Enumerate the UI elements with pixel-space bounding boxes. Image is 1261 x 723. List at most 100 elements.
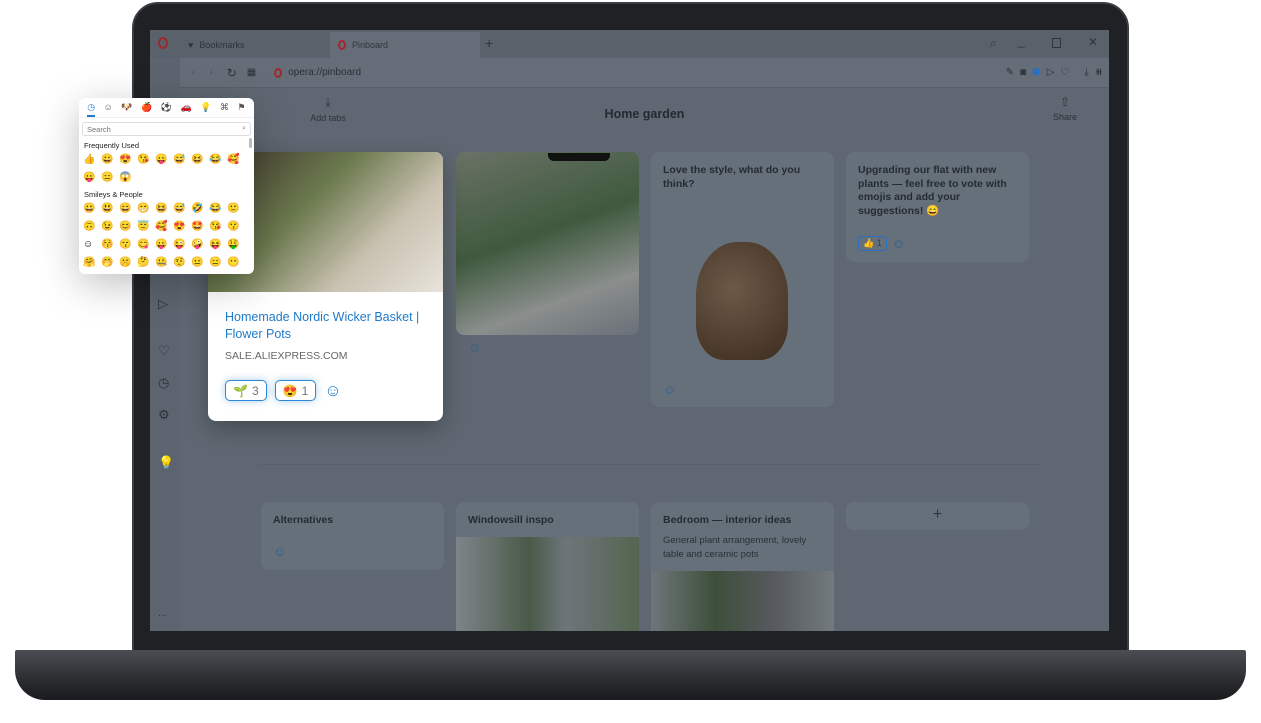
food-icon[interactable]: 🍎 xyxy=(141,102,152,117)
emoji-button[interactable]: 🤭 xyxy=(101,254,119,272)
emoji-button[interactable]: ☺ xyxy=(83,236,101,254)
emoji-button[interactable]: 😍 xyxy=(119,151,137,169)
emoji-button[interactable]: 🥰 xyxy=(155,218,173,236)
share-button[interactable]: ⇧ Share xyxy=(1040,95,1090,122)
reaction-heart-eyes[interactable]: 😍 1 xyxy=(274,380,317,401)
emoji-button[interactable]: 😀 xyxy=(101,151,119,169)
emoji-button[interactable]: 😜 xyxy=(173,236,191,254)
smiley-icon[interactable]: ☺ xyxy=(104,102,113,117)
vase-photo xyxy=(696,242,788,360)
flags-icon[interactable]: ⚑ xyxy=(238,102,246,117)
scrollbar[interactable] xyxy=(249,138,252,148)
add-reaction-icon[interactable]: ☺ xyxy=(273,544,286,559)
emoji-button[interactable]: 😊 xyxy=(119,218,137,236)
new-tab-button[interactable]: + xyxy=(485,35,493,51)
emoji-button[interactable]: 😑 xyxy=(101,169,119,187)
minimize-icon[interactable]: _ xyxy=(1018,34,1025,48)
emoji-button[interactable]: 👍 xyxy=(83,151,101,169)
add-reaction-icon[interactable]: ☺ xyxy=(663,382,676,397)
objects-icon[interactable]: 💡 xyxy=(200,102,211,117)
emoji-button[interactable]: 🙂 xyxy=(227,200,245,218)
maximize-icon[interactable] xyxy=(1052,38,1061,48)
emoji-button[interactable]: 🙃 xyxy=(83,218,101,236)
url-field[interactable]: opera://pinboard xyxy=(288,67,361,78)
opera-logo-icon[interactable] xyxy=(158,37,168,49)
emoji-button[interactable]: 😂 xyxy=(209,200,227,218)
heart-icon[interactable]: ♡ xyxy=(158,343,170,359)
animal-icon[interactable]: 🐶 xyxy=(121,102,132,117)
emoji-button[interactable]: 😘 xyxy=(209,218,227,236)
tab-bookmarks[interactable]: ♥ Bookmarks xyxy=(180,32,328,58)
close-icon[interactable]: ✕ xyxy=(1088,35,1098,49)
settings-icon[interactable]: ⚙ xyxy=(158,407,170,423)
emoji-button[interactable]: 😘 xyxy=(137,151,155,169)
emoji-button[interactable]: 😂 xyxy=(209,151,227,169)
add-reaction-icon[interactable]: ☺ xyxy=(324,381,341,401)
emoji-button[interactable]: 😆 xyxy=(155,200,173,218)
emoji-button[interactable]: 😱 xyxy=(119,169,137,187)
emoji-button[interactable]: 😆 xyxy=(191,151,209,169)
send-icon[interactable]: ▷ xyxy=(158,296,168,312)
emoji-button[interactable]: 😃 xyxy=(101,200,119,218)
product-link[interactable]: Homemade Nordic Wicker Basket | Flower P… xyxy=(208,292,443,343)
emoji-button[interactable]: 😛 xyxy=(155,151,173,169)
forward-icon[interactable]: › xyxy=(209,67,212,78)
reaction-thumbs-up[interactable]: 👍 1 xyxy=(858,236,887,251)
more-button[interactable]: ... xyxy=(158,608,166,619)
lightbulb-icon[interactable]: 💡 xyxy=(158,455,174,471)
reload-icon[interactable]: ↻ xyxy=(227,66,237,80)
clock-icon[interactable]: ◷ xyxy=(87,102,96,117)
card-note[interactable]: Upgrading our flat with new plants — fee… xyxy=(846,152,1029,262)
emoji-button[interactable]: 🤣 xyxy=(191,200,209,218)
emoji-button[interactable]: 🤗 xyxy=(83,254,101,272)
emoji-button[interactable]: 😚 xyxy=(101,236,119,254)
emoji-button[interactable]: 😑 xyxy=(209,254,227,272)
add-reaction-icon[interactable]: ☺ xyxy=(892,236,905,251)
emoji-button[interactable]: 😗 xyxy=(227,218,245,236)
emoji-button[interactable]: 😅 xyxy=(173,200,191,218)
tab-grid-icon[interactable]: ▦ xyxy=(247,67,256,78)
tab-pinboard[interactable]: Pinboard xyxy=(330,32,480,58)
emoji-button[interactable]: 😀 xyxy=(83,200,101,218)
emoji-button[interactable]: 🤪 xyxy=(191,236,209,254)
emoji-button[interactable]: 😋 xyxy=(137,236,155,254)
emoji-button[interactable]: 😉 xyxy=(101,218,119,236)
emoji-button[interactable]: 🤑 xyxy=(227,236,245,254)
address-actions[interactable]: ✎◙⬢▷♡ ⤓⧻ xyxy=(1006,67,1109,78)
emoji-button[interactable]: 🤔 xyxy=(137,254,155,272)
emoji-button[interactable]: 😅 xyxy=(173,151,191,169)
emoji-button[interactable]: 😝 xyxy=(209,236,227,254)
card-bedroom[interactable]: Bedroom — interior ideas General plant a… xyxy=(651,502,834,631)
emoji-button[interactable]: 😛 xyxy=(83,169,101,187)
reaction-seedling[interactable]: 🌱 3 xyxy=(225,380,267,401)
card-windowsill[interactable]: Windowsill inspo xyxy=(456,502,639,631)
emoji-button[interactable]: 🤩 xyxy=(191,218,209,236)
add-card-button[interactable]: + xyxy=(846,502,1029,530)
card-vase[interactable]: Love the style, what do you think? ☺ xyxy=(651,152,834,407)
emoji-button[interactable]: 😍 xyxy=(173,218,191,236)
emoji-button[interactable]: 😇 xyxy=(137,218,155,236)
board-title[interactable]: Home garden xyxy=(180,107,1109,121)
emoji-button[interactable]: 🤐 xyxy=(155,254,173,272)
emoji-button[interactable]: 😶 xyxy=(227,254,245,272)
emoji-button[interactable]: 🥰 xyxy=(227,151,245,169)
add-reaction-icon[interactable]: ☺ xyxy=(468,340,481,355)
card-alternatives[interactable]: Alternatives ☺ xyxy=(261,502,444,570)
emoji-button[interactable]: 🤫 xyxy=(119,254,137,272)
clock-icon[interactable]: ◷ xyxy=(158,375,169,391)
emoji-button[interactable]: 🤨 xyxy=(173,254,191,272)
search-icon[interactable]: ⌕ xyxy=(990,36,997,51)
back-icon[interactable]: ‹ xyxy=(192,67,195,78)
activity-icon[interactable]: ⚽ xyxy=(161,102,172,117)
emoji-button[interactable]: 😐 xyxy=(191,254,209,272)
emoji-button[interactable]: 😁 xyxy=(137,200,155,218)
emoji-button[interactable]: 😙 xyxy=(119,236,137,254)
travel-icon[interactable]: 🚗 xyxy=(181,102,192,117)
emoji-button[interactable]: 😛 xyxy=(155,236,173,254)
symbols-icon[interactable]: ⌘ xyxy=(220,102,229,117)
emoji-button[interactable]: 😄 xyxy=(119,200,137,218)
frequent-label: Frequently Used xyxy=(84,141,140,150)
tab-bar: ♥ Bookmarks Pinboard + ⌕ _ ✕ xyxy=(150,30,1109,58)
vpn-icon[interactable]: ⬢ xyxy=(1032,67,1047,78)
emoji-search-input[interactable] xyxy=(87,124,227,134)
